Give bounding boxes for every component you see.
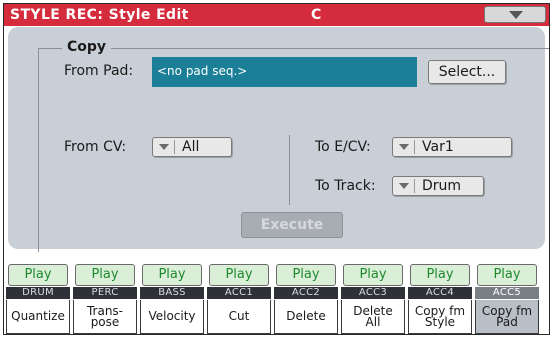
dropdown-divider bbox=[174, 140, 175, 154]
style-edit-screen: STYLE REC: Style Edit C Copy From Pad: <… bbox=[3, 3, 550, 335]
to-track-label: To Track: bbox=[315, 178, 376, 194]
from-pad-label: From Pad: bbox=[64, 63, 134, 79]
tab-transpose[interactable]: Trans- pose bbox=[73, 300, 137, 334]
track-play-button[interactable]: Play bbox=[276, 264, 336, 286]
track-name: BASS bbox=[140, 287, 204, 299]
tab-delete[interactable]: Delete bbox=[274, 300, 338, 334]
from-cv-dropdown[interactable]: All bbox=[152, 137, 232, 157]
dropdown-arrow-icon bbox=[159, 144, 169, 150]
track-acc2: Play ACC2 bbox=[274, 264, 338, 303]
to-ecv-dropdown[interactable]: Var1 bbox=[392, 137, 512, 157]
track-name: ACC1 bbox=[207, 287, 271, 299]
from-cv-value: All bbox=[182, 139, 200, 155]
track-bass: Play BASS bbox=[140, 264, 204, 303]
to-track-dropdown[interactable]: Drum bbox=[392, 176, 484, 196]
page-menu-button[interactable] bbox=[484, 6, 546, 23]
chevron-down-icon bbox=[509, 11, 523, 19]
dropdown-arrow-icon bbox=[399, 183, 409, 189]
track-play-button[interactable]: Play bbox=[75, 264, 135, 286]
tab-copy-fm-style[interactable]: Copy fm Style bbox=[408, 300, 472, 334]
tab-cut[interactable]: Cut bbox=[207, 300, 271, 334]
section-divider bbox=[289, 135, 290, 205]
track-acc4: Play ACC4 bbox=[408, 264, 472, 303]
track-name: DRUM bbox=[6, 287, 70, 299]
header-bar: STYLE REC: Style Edit C bbox=[4, 4, 549, 26]
track-play-button[interactable]: Play bbox=[8, 264, 68, 286]
track-name: ACC5 bbox=[475, 287, 539, 299]
copy-panel: Copy From Pad: <no pad seq.> Select... F… bbox=[8, 27, 549, 252]
select-button[interactable]: Select... bbox=[428, 60, 506, 84]
key-indicator: C bbox=[311, 7, 322, 23]
tab-quantize[interactable]: Quantize bbox=[6, 300, 70, 334]
edit-function-tabs: Quantize Trans- pose Velocity Cut Delete… bbox=[4, 300, 549, 334]
execute-button[interactable]: Execute bbox=[241, 212, 343, 238]
dropdown-divider bbox=[414, 179, 415, 193]
track-drum: Play DRUM bbox=[6, 264, 70, 303]
page-title: STYLE REC: Style Edit bbox=[10, 7, 189, 23]
track-strip: Play DRUM Play PERC Play BASS Play ACC1 … bbox=[4, 264, 549, 303]
track-perc: Play PERC bbox=[73, 264, 137, 303]
track-acc5: Play ACC5 bbox=[475, 264, 539, 303]
dropdown-divider bbox=[414, 140, 415, 154]
track-name: ACC4 bbox=[408, 287, 472, 299]
track-play-button[interactable]: Play bbox=[410, 264, 470, 286]
track-name: PERC bbox=[73, 287, 137, 299]
from-pad-field[interactable]: <no pad seq.> bbox=[152, 57, 417, 87]
to-track-value: Drum bbox=[422, 178, 462, 194]
from-cv-label: From CV: bbox=[64, 139, 127, 155]
tab-copy-fm-pad[interactable]: Copy fm Pad bbox=[475, 300, 539, 334]
track-acc3: Play ACC3 bbox=[341, 264, 405, 303]
dropdown-arrow-icon bbox=[399, 144, 409, 150]
tab-velocity[interactable]: Velocity bbox=[140, 300, 204, 334]
track-play-button[interactable]: Play bbox=[343, 264, 403, 286]
track-name: ACC2 bbox=[274, 287, 338, 299]
tab-delete-all[interactable]: Delete All bbox=[341, 300, 405, 334]
copy-group-title: Copy bbox=[62, 39, 112, 55]
track-play-button[interactable]: Play bbox=[209, 264, 269, 286]
track-acc1: Play ACC1 bbox=[207, 264, 271, 303]
track-play-button[interactable]: Play bbox=[477, 264, 537, 286]
track-name: ACC3 bbox=[341, 287, 405, 299]
track-play-button[interactable]: Play bbox=[142, 264, 202, 286]
to-ecv-value: Var1 bbox=[422, 139, 454, 155]
to-ecv-label: To E/CV: bbox=[315, 139, 371, 155]
